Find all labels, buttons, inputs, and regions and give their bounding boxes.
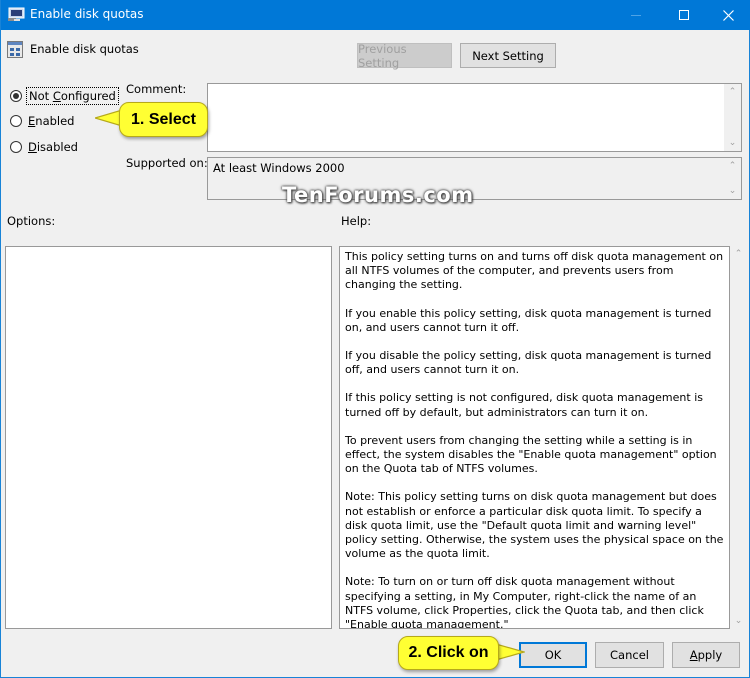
help-paragraph: Note: To turn on or turn off disk quota … xyxy=(345,575,704,629)
previous-setting-button[interactable]: Previous Setting xyxy=(357,42,452,70)
maximize-button[interactable] xyxy=(661,0,707,30)
callout-click-on: 2. Click on xyxy=(398,636,499,670)
title-bar[interactable]: Enable disk quotas xyxy=(1,0,750,30)
policy-setting-icon xyxy=(7,41,23,58)
options-panel xyxy=(5,246,332,629)
policy-name: Enable disk quotas xyxy=(30,42,139,56)
help-paragraph: If you disable the policy setting, disk … xyxy=(345,349,712,377)
help-panel: This policy setting turns on and turns o… xyxy=(339,246,730,629)
scroll-down-icon[interactable]: ⌄ xyxy=(729,186,737,196)
scroll-up-icon[interactable]: ⌃ xyxy=(735,249,743,259)
options-label: Options: xyxy=(7,214,56,228)
dialog-window: Enable disk quotas Enable disk quotas Pr… xyxy=(0,0,750,678)
minimize-button[interactable] xyxy=(613,0,659,30)
comment-label: Comment: xyxy=(126,82,187,96)
supported-on-value: At least Windows 2000 xyxy=(213,161,345,175)
radio-not-configured[interactable]: Not Configured xyxy=(10,87,119,105)
radio-button-checked[interactable] xyxy=(10,90,22,102)
maximize-icon xyxy=(679,10,689,20)
close-icon xyxy=(722,9,734,21)
help-paragraph: Note: This policy setting turns on disk … xyxy=(345,490,724,561)
radio-label-not-configured[interactable]: Not Configured xyxy=(26,87,119,105)
help-scrollbar[interactable]: ⌃ ⌄ xyxy=(730,246,747,629)
radio-button[interactable] xyxy=(10,115,22,127)
group-policy-app-icon xyxy=(8,7,25,21)
next-setting-button[interactable]: Next Setting xyxy=(460,43,556,68)
scroll-down-icon[interactable]: ⌄ xyxy=(735,616,743,626)
watermark: TenForums.com xyxy=(282,183,474,207)
radio-label-disabled[interactable]: Disabled xyxy=(26,139,80,155)
help-paragraph: This policy setting turns on and turns o… xyxy=(345,250,724,292)
radio-enabled[interactable]: Enabled xyxy=(10,113,77,129)
help-paragraph: To prevent users from changing the setti… xyxy=(345,433,717,476)
supported-on-label: Supported on: xyxy=(126,156,208,170)
help-label: Help: xyxy=(341,214,372,228)
minimize-icon xyxy=(631,14,641,16)
comment-textarea[interactable]: ⌃ ⌄ xyxy=(207,83,742,152)
scroll-up-icon[interactable]: ⌃ xyxy=(729,161,737,171)
scroll-down-icon[interactable]: ⌄ xyxy=(729,138,737,148)
radio-label-enabled[interactable]: Enabled xyxy=(26,113,77,129)
help-paragraph: If this policy setting is not configured… xyxy=(345,391,703,419)
window-title: Enable disk quotas xyxy=(30,7,144,21)
radio-button[interactable] xyxy=(10,141,22,153)
radio-disabled[interactable]: Disabled xyxy=(10,139,80,155)
supported-scrollbar[interactable]: ⌃ ⌄ xyxy=(724,158,741,199)
comment-scrollbar[interactable]: ⌃ ⌄ xyxy=(724,84,741,151)
ok-button[interactable]: OK xyxy=(519,642,587,668)
help-paragraph: If you enable this policy setting, disk … xyxy=(345,306,712,334)
callout-select: 1. Select xyxy=(119,102,208,137)
apply-button[interactable]: Apply xyxy=(672,642,740,668)
cancel-button[interactable]: Cancel xyxy=(595,642,664,668)
callout-pointer xyxy=(495,643,525,661)
scroll-up-icon[interactable]: ⌃ xyxy=(729,87,737,97)
close-button[interactable] xyxy=(705,0,750,30)
